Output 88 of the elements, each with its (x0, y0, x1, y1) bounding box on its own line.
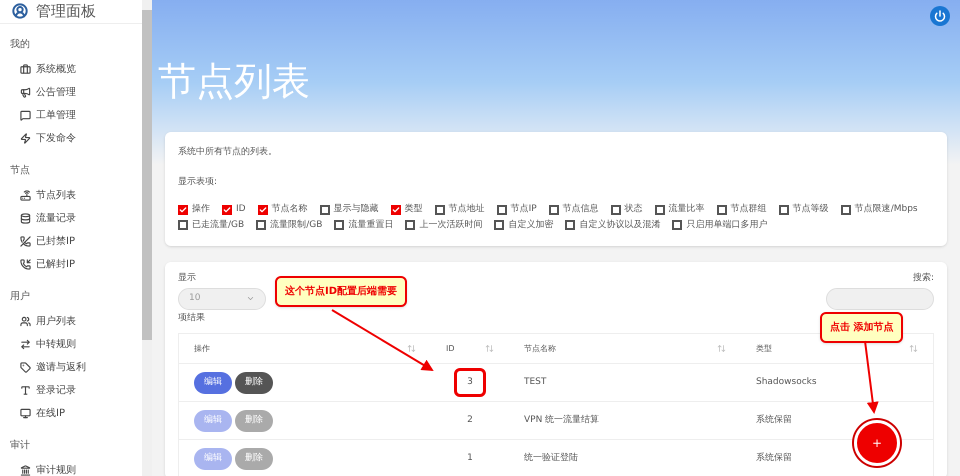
sidebar-item[interactable]: 下发命令 (0, 126, 142, 150)
sort-icon[interactable] (407, 344, 416, 353)
sort-icon[interactable] (485, 344, 494, 353)
callout: 点击 添加节点 (820, 312, 904, 343)
section-label: 审计 (9, 438, 31, 452)
column-checkbox[interactable]: 只启用单端口多用户 (672, 218, 768, 232)
search-label: 搜索: (912, 272, 934, 285)
column-checkbox[interactable]: 已走流量/GB (178, 218, 244, 232)
column-header[interactable]: 类型 (756, 342, 772, 354)
column-checkbox[interactable]: 节点地址 (434, 203, 485, 216)
column-checkbox[interactable]: 流量重置日 (334, 218, 394, 232)
column-checkbox[interactable]: 节点信息 (548, 203, 599, 216)
column-checkbox[interactable]: 节点群组 (716, 203, 767, 216)
check-icon (223, 206, 231, 214)
search-field[interactable] (826, 288, 934, 310)
delete-button[interactable]: 删除 (235, 372, 273, 394)
check-icon (258, 206, 267, 214)
column-header[interactable]: 操作 (194, 342, 210, 354)
column-checkbox[interactable]: 流量比率 (654, 203, 705, 216)
caret-icon (246, 294, 255, 303)
power-icon (934, 10, 946, 22)
tag-icon (20, 362, 31, 372)
sidebar-item[interactable]: 已封禁IP (0, 230, 142, 252)
lightning-icon (20, 132, 31, 144)
edit-button[interactable]: 编辑 (194, 372, 232, 394)
column-checkbox[interactable]: ID (222, 203, 246, 216)
column-checkbox[interactable]: 操作 (178, 203, 210, 216)
phone-icon (20, 258, 31, 270)
sidebar-item[interactable]: 在线IP (0, 402, 142, 424)
megaphone-icon (20, 86, 31, 98)
id-cell-text: 2 (466, 414, 474, 427)
text-icon (20, 384, 31, 396)
id-cell-text: 1 (466, 452, 474, 465)
sidebar-item[interactable]: 节点列表 (0, 184, 142, 206)
arrows-icon (20, 338, 31, 350)
column-checkbox[interactable]: 上一次活跃时间 (405, 218, 482, 232)
column-checkbox[interactable]: 类型 (390, 203, 423, 216)
column-checkbox[interactable]: 节点限速/Mbps (840, 203, 918, 216)
name-cell-text: TEST (523, 376, 548, 389)
users-icon (20, 316, 31, 326)
sidebar-item[interactable]: 用户列表 (0, 310, 142, 332)
column-header[interactable]: ID (446, 342, 455, 354)
type-cell-text: 系统保留 (755, 414, 793, 427)
database-icon (20, 212, 31, 224)
chat-icon (20, 110, 31, 120)
sort-icon[interactable] (909, 344, 918, 353)
sidebar-item[interactable]: 审计规则 (0, 458, 142, 476)
column-checkbox[interactable]: 自定义加密 (494, 218, 554, 232)
briefcase-icon (20, 64, 31, 74)
building-icon (20, 464, 31, 476)
name-cell-text: VPN 统一流量结算 (523, 414, 600, 427)
columns-label: 显示表项: (178, 176, 218, 188)
column-checkbox[interactable]: 流量限制/GB (256, 218, 322, 232)
column-checkbox[interactable]: 显示与隐藏 (320, 203, 379, 216)
user-icon (12, 3, 28, 20)
id-cell: 3 (454, 368, 486, 398)
column-checkbox[interactable]: 节点名称 (258, 203, 308, 216)
sidebar-item[interactable]: 工单管理 (0, 104, 142, 126)
sidebar-item[interactable]: 登录记录 (0, 378, 142, 402)
sidebar-item[interactable]: 流量记录 (0, 206, 142, 230)
column-checkbox[interactable]: 节点IP (496, 203, 537, 216)
description: 系统中所有节点的列表。 (178, 146, 278, 159)
sidebar-item[interactable]: 邀请与返利 (0, 356, 142, 378)
sidebar-item[interactable]: 系统概览 (0, 58, 142, 80)
type-cell-text: Shadowsocks (755, 376, 818, 389)
name-cell-text: 统一验证登陆 (523, 452, 579, 465)
phone-icon (20, 236, 31, 246)
column-checkbox[interactable]: 节点等级 (778, 203, 829, 216)
column-header[interactable]: 节点名称 (524, 342, 556, 354)
sidebar-item[interactable]: 公告管理 (0, 80, 142, 104)
check-icon (179, 206, 187, 214)
callout: 这个节点ID配置后端需要 (275, 276, 408, 307)
column-checkbox[interactable]: 状态 (610, 203, 643, 216)
sidebar-item[interactable]: 中转规则 (0, 332, 142, 356)
show-label: 显示 (178, 272, 197, 285)
panel-title: 管理面板 (36, 1, 96, 22)
check-icon (392, 206, 400, 214)
section-label: 我的 (9, 38, 31, 52)
column-checkbox[interactable]: 自定义协议以及混淆 (565, 218, 660, 232)
results-label: 项结果 (178, 312, 206, 324)
sort-icon[interactable] (717, 344, 726, 353)
sidebar-item[interactable]: 已解封IP (0, 252, 142, 276)
page-title: 节点列表 (157, 58, 311, 105)
router-icon (20, 190, 31, 200)
section-label: 用户 (9, 290, 31, 304)
section-label: 节点 (9, 164, 31, 178)
monitor-icon (20, 408, 31, 418)
type-cell-text: 系统保留 (755, 452, 793, 465)
